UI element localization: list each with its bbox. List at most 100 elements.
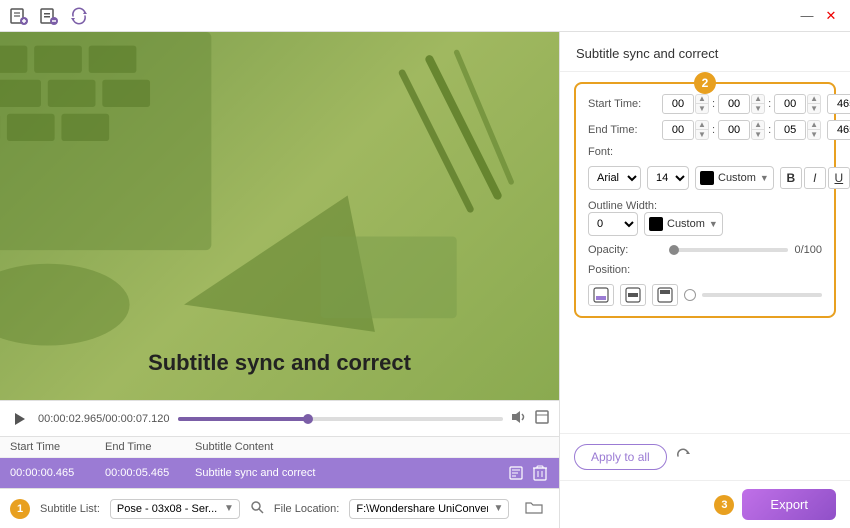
delete-row-icon[interactable] (531, 464, 549, 482)
start-min-down[interactable]: ▼ (751, 104, 765, 114)
volume-icon[interactable] (511, 410, 527, 427)
start-hour-input[interactable] (662, 94, 694, 114)
italic-button[interactable]: I (804, 167, 826, 189)
end-hour-down[interactable]: ▼ (695, 130, 709, 140)
main-content: Subtitle sync and correct 00:00:02.965/0… (0, 32, 850, 528)
position-custom-radio[interactable] (684, 289, 696, 301)
position-label: Position: (588, 264, 630, 276)
start-min-up[interactable]: ▲ (751, 94, 765, 104)
font-family-select[interactable]: Arial (588, 166, 641, 190)
position-bottom-btn[interactable] (652, 284, 678, 306)
header-end-time: End Time (105, 441, 195, 453)
outline-row: Outline Width: 0 Custom ▼ (588, 198, 822, 236)
icon-sync[interactable] (68, 5, 90, 27)
outline-value-select[interactable]: 0 (588, 212, 638, 236)
progress-bar[interactable] (178, 417, 503, 421)
window-controls: — ✕ (796, 5, 842, 27)
minimize-button[interactable]: — (796, 5, 818, 27)
export-button[interactable]: Export (742, 489, 836, 520)
start-ms-input[interactable] (827, 94, 850, 114)
play-button[interactable] (10, 409, 30, 429)
sep5: : (767, 124, 772, 136)
underline-button[interactable]: U (828, 167, 850, 189)
close-button[interactable]: ✕ (820, 5, 842, 27)
end-hour-input[interactable] (662, 120, 694, 140)
end-time-row: End Time: ▲ ▼ : (588, 120, 822, 140)
end-sec-arrows: ▲ ▼ (807, 120, 821, 140)
header-content: Subtitle Content (195, 441, 549, 453)
badge-2: 2 (694, 72, 716, 94)
search-subtitle-icon[interactable] (250, 500, 264, 517)
position-center-btn[interactable] (620, 284, 646, 306)
right-footer: Apply to all (560, 433, 850, 480)
subtitle-select[interactable]: Pose - 03x08 - Ser... (110, 499, 240, 519)
progress-fill (178, 417, 308, 421)
outline-inner: 0 Custom ▼ (588, 212, 822, 236)
end-min-down[interactable]: ▼ (751, 130, 765, 140)
font-color-swatch (700, 171, 714, 185)
subtitle-select-wrapper: Pose - 03x08 - Ser... ▼ (110, 499, 240, 519)
font-label-row: Font: (588, 146, 822, 162)
end-sec-up[interactable]: ▲ (807, 120, 821, 130)
format-buttons: B I U (780, 167, 850, 189)
outline-color-select[interactable]: Custom ▼ (644, 212, 723, 236)
start-sec-up[interactable]: ▲ (807, 94, 821, 104)
start-sec-arrows: ▲ ▼ (807, 94, 821, 114)
position-row (588, 284, 822, 306)
right-panel-body: 2 Start Time: ▲ ▼ : (560, 72, 850, 433)
font-color-arrow: ▼ (760, 173, 769, 183)
end-hour-up[interactable]: ▲ (695, 120, 709, 130)
video-area: Subtitle sync and correct (0, 32, 559, 400)
start-min-input[interactable] (718, 94, 750, 114)
export-area: 3 Export (560, 480, 850, 528)
outline-label: Outline Width: (588, 200, 657, 212)
position-slider[interactable] (702, 293, 822, 297)
icon-add-file[interactable] (8, 5, 30, 27)
end-time-spinners: ▲ ▼ : ▲ ▼ : (662, 120, 850, 140)
opacity-slider[interactable] (674, 248, 788, 252)
position-top-btn[interactable] (588, 284, 614, 306)
table-header: Start Time End Time Subtitle Content (0, 437, 559, 458)
position-label-row: Position: (588, 264, 822, 280)
bottom-bar: 1 Subtitle List: Pose - 03x08 - Ser... ▼… (0, 488, 559, 528)
file-path-select[interactable]: F:\Wondershare UniConverter 13\SubEdi... (349, 499, 509, 519)
folder-icon[interactable] (525, 500, 543, 517)
sep2: : (767, 98, 772, 110)
start-sec-down[interactable]: ▼ (807, 104, 821, 114)
end-time-label: End Time: (588, 124, 658, 136)
start-hour-down[interactable]: ▼ (695, 104, 709, 114)
opacity-thumb (669, 245, 679, 255)
opacity-row: Opacity: 0/100 (588, 244, 822, 256)
start-sec-input[interactable] (774, 94, 806, 114)
outline-color-label: Custom (667, 218, 705, 230)
end-hour-spinner: ▲ ▼ (662, 120, 709, 140)
opacity-value: 0/100 (794, 244, 822, 256)
apply-to-all-button[interactable]: Apply to all (574, 444, 667, 470)
font-settings-row: Arial 146 Custom ▼ B I U (588, 166, 822, 190)
table-row[interactable]: 00:00:00.465 00:00:05.465 Subtitle sync … (0, 458, 559, 488)
sync-settings-box: 2 Start Time: ▲ ▼ : (574, 82, 836, 318)
font-color-select[interactable]: Custom ▼ (695, 166, 774, 190)
start-hour-up[interactable]: ▲ (695, 94, 709, 104)
bold-button[interactable]: B (780, 167, 802, 189)
outline-color-arrow: ▼ (709, 219, 718, 229)
end-min-up[interactable]: ▲ (751, 120, 765, 130)
edit-row-icon[interactable] (507, 464, 525, 482)
end-hour-arrows: ▲ ▼ (695, 120, 709, 140)
end-min-input[interactable] (718, 120, 750, 140)
row-content: Subtitle sync and correct (195, 467, 507, 479)
header-start-time: Start Time (10, 441, 105, 453)
refresh-icon[interactable] (675, 448, 691, 467)
icon-edit[interactable] (38, 5, 60, 27)
fullscreen-icon[interactable] (535, 410, 549, 427)
end-ms-input[interactable] (827, 120, 850, 140)
row-start-time: 00:00:00.465 (10, 467, 105, 479)
end-sec-down[interactable]: ▼ (807, 130, 821, 140)
toolbar-icons (8, 5, 90, 27)
end-sec-spinner: ▲ ▼ (774, 120, 821, 140)
font-size-select[interactable]: 146 (647, 166, 689, 190)
start-time-label: Start Time: (588, 98, 658, 110)
start-hour-arrows: ▲ ▼ (695, 94, 709, 114)
sep1: : (711, 98, 716, 110)
end-sec-input[interactable] (774, 120, 806, 140)
